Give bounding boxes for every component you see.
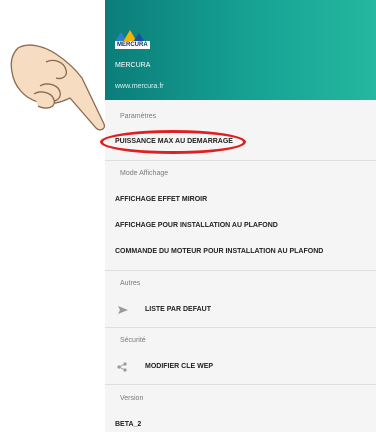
highlight-ellipse (100, 130, 246, 154)
section-label-autres: Autres (120, 280, 141, 287)
menu-item-effet-miroir[interactable]: AFFICHAGE EFFET MIROIR (115, 196, 207, 203)
section-label-parametres: Paramètres (120, 113, 157, 120)
drawer-header: MERCURA MERCURA www.mercura.fr (105, 0, 376, 100)
send-icon (118, 306, 128, 314)
menu-item-modifier-cle-wep[interactable]: MODIFIER CLE WEP (145, 363, 213, 370)
section-label-version: Version (120, 395, 144, 402)
pointing-hand-icon (10, 44, 106, 131)
divider (105, 160, 376, 161)
divider (105, 270, 376, 271)
menu-item-installation-plafond[interactable]: AFFICHAGE POUR INSTALLATION AU PLAFOND (115, 222, 278, 229)
logo-text: MERCURA (115, 41, 150, 49)
navigation-drawer: MERCURA MERCURA www.mercura.fr Paramètre… (105, 0, 376, 432)
app-name: MERCURA (115, 62, 151, 69)
section-label-securite: Sécurité (120, 337, 146, 344)
menu-item-liste-par-defaut[interactable]: LISTE PAR DEFAUT (145, 306, 211, 313)
share-icon (117, 362, 127, 372)
app-url: www.mercura.fr (115, 83, 164, 90)
version-value: BETA_2 (115, 421, 142, 428)
divider (105, 327, 376, 328)
menu-item-moteur-plafond[interactable]: COMMANDE DU MOTEUR POUR INSTALLATION AU … (115, 248, 323, 255)
divider (105, 384, 376, 385)
section-label-mode-affichage: Mode Affichage (120, 170, 169, 177)
